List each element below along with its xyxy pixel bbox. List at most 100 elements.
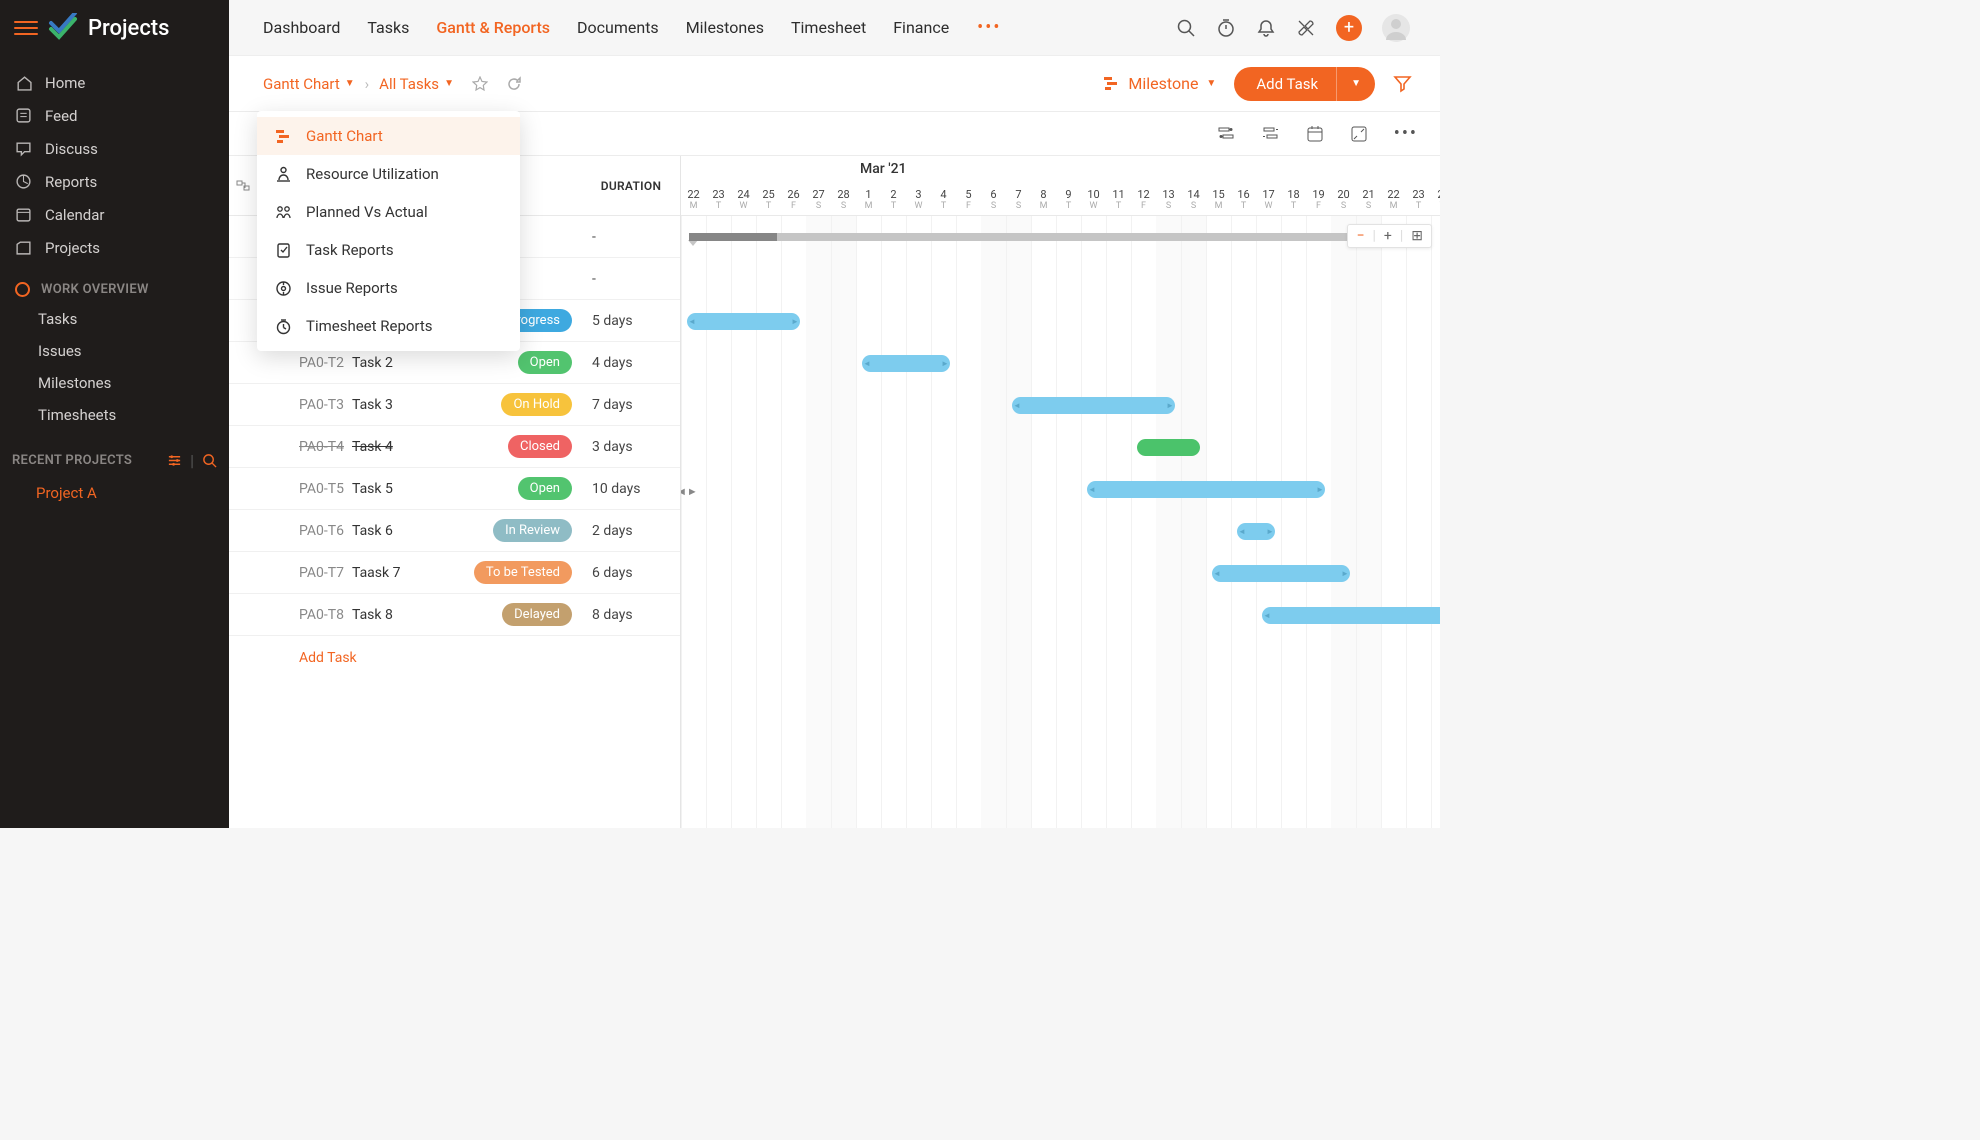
day-col: 5F — [956, 188, 981, 211]
day-col: 8M — [1031, 188, 1056, 211]
month-label: Mar '21 — [860, 161, 906, 177]
add-task-button[interactable]: Add Task▼ — [1234, 67, 1375, 101]
day-col: 6S — [981, 188, 1006, 211]
sidebar-item-home[interactable]: Home — [0, 66, 229, 99]
view-dropdown: Gantt Chart Resource Utilization Planned… — [257, 111, 520, 351]
dropdown-item-resource-utilization[interactable]: Resource Utilization — [257, 155, 520, 193]
sidebar-item-feed[interactable]: Feed — [0, 99, 229, 132]
task-row[interactable]: PA0-T5Task 5Open 10 days — [229, 468, 680, 510]
dropdown-item-planned-vs-actual[interactable]: Planned Vs Actual — [257, 193, 520, 231]
add-button[interactable]: + — [1336, 15, 1362, 41]
ring-icon — [15, 282, 30, 297]
baseline-icon[interactable] — [1262, 125, 1280, 143]
gantt-bar[interactable]: ◄► — [1087, 481, 1325, 498]
zoom-control: −| +| ⊞ — [1347, 224, 1432, 248]
day-col: 24W — [731, 188, 756, 211]
day-col: 3W — [906, 188, 931, 211]
topbar: Dashboard Tasks Gantt & Reports Documents Mi… — [229, 0, 1440, 56]
add-task-link[interactable]: Add Task — [229, 636, 680, 666]
sidebar-sub-issues[interactable]: Issues — [0, 335, 229, 367]
day-col: 11T — [1106, 188, 1131, 211]
gantt-bar[interactable]: ◄► — [1237, 523, 1275, 540]
milestone-view[interactable]: Milestone▼ — [1103, 74, 1216, 93]
more-menu[interactable]: ••• — [977, 17, 1001, 38]
more-options[interactable]: ••• — [1394, 123, 1418, 144]
sidebar-item-calendar[interactable]: Calendar — [0, 198, 229, 231]
tools-icon[interactable] — [1296, 18, 1316, 38]
report-type-icon — [275, 242, 292, 259]
task-row[interactable]: PA0-T7Taask 7To be Tested 6 days — [229, 552, 680, 594]
calendar-icon — [15, 206, 32, 223]
gantt-bar[interactable]: ◄► — [687, 313, 800, 330]
work-overview-header[interactable]: WORK OVERVIEW — [0, 264, 229, 303]
chevron-right-icon: › — [365, 75, 370, 93]
hamburger-menu[interactable] — [14, 16, 38, 40]
zoom-out[interactable]: − — [1348, 228, 1372, 244]
report-type-icon — [275, 318, 292, 335]
view-select[interactable]: Gantt Chart▼ — [263, 75, 355, 93]
day-col: 9T — [1056, 188, 1081, 211]
sidebar-item-discuss[interactable]: Discuss — [0, 132, 229, 165]
projects-icon — [15, 239, 32, 256]
day-col: 4T — [931, 188, 956, 211]
reload-icon[interactable] — [506, 76, 522, 92]
report-type-icon — [275, 166, 292, 183]
task-row[interactable]: PA0-T6Task 6In Review 2 days — [229, 510, 680, 552]
gantt-bar[interactable]: ◄► — [1262, 607, 1440, 624]
calendar-icon[interactable] — [1306, 125, 1324, 143]
day-col: 17W — [1256, 188, 1281, 211]
filter-select[interactable]: All Tasks▼ — [379, 75, 454, 93]
gantt-icon — [1103, 75, 1120, 92]
sidebar-item-reports[interactable]: Reports — [0, 165, 229, 198]
brand-name: Projects — [88, 16, 169, 41]
critical-path-icon[interactable] — [1218, 125, 1236, 143]
dropdown-item-task-reports[interactable]: Task Reports — [257, 231, 520, 269]
recent-project[interactable]: Project A — [0, 478, 229, 508]
zoom-in[interactable]: + — [1376, 228, 1400, 244]
fullscreen-icon[interactable] — [1350, 125, 1368, 143]
day-col: 26F — [781, 188, 806, 211]
sidebar-sub-timesheets[interactable]: Timesheets — [0, 399, 229, 431]
timer-icon[interactable] — [1216, 18, 1236, 38]
search-icon[interactable] — [1176, 18, 1196, 38]
sidebar-sub-tasks[interactable]: Tasks — [0, 303, 229, 335]
gantt-summary-bar[interactable] — [689, 233, 1423, 241]
day-col: 23T — [706, 188, 731, 211]
tab-timesheet[interactable]: Timesheet — [791, 18, 866, 37]
dropdown-item-issue-reports[interactable]: Issue Reports — [257, 269, 520, 307]
day-col: 27S — [806, 188, 831, 211]
avatar[interactable] — [1382, 14, 1410, 42]
search-icon[interactable] — [202, 453, 217, 468]
dropdown-item-timesheet-reports[interactable]: Timesheet Reports — [257, 307, 520, 345]
bell-icon[interactable] — [1256, 18, 1276, 38]
duration-header: DURATION — [582, 156, 680, 215]
gantt-bar[interactable]: ◄► — [862, 355, 950, 372]
gantt-bar[interactable]: ◄► — [1212, 565, 1350, 582]
sidebar-sub-milestones[interactable]: Milestones — [0, 367, 229, 399]
task-row[interactable]: PA0-T8Task 8Delayed 8 days — [229, 594, 680, 636]
tab-tasks[interactable]: Tasks — [367, 18, 409, 37]
gantt-bar[interactable] — [1137, 439, 1200, 456]
tab-finance[interactable]: Finance — [893, 18, 949, 37]
tab-documents[interactable]: Documents — [577, 18, 659, 37]
filter-icon[interactable] — [1393, 74, 1412, 93]
pane-splitter[interactable]: ◄► — [681, 485, 698, 498]
zoom-fit[interactable]: ⊞ — [1403, 228, 1431, 244]
tab-gantt-reports[interactable]: Gantt & Reports — [436, 18, 550, 37]
sidebar-item-projects[interactable]: Projects — [0, 231, 229, 264]
day-col: 12F — [1131, 188, 1156, 211]
day-col: 22M — [1381, 188, 1406, 211]
day-col: 7S — [1006, 188, 1031, 211]
dropdown-item-gantt-chart[interactable]: Gantt Chart — [257, 117, 520, 155]
task-row[interactable]: PA0-T3Task 3On Hold 7 days — [229, 384, 680, 426]
tab-dashboard[interactable]: Dashboard — [263, 18, 340, 37]
reports-icon — [15, 173, 32, 190]
gantt-bar[interactable]: ◄► — [1012, 397, 1175, 414]
tab-milestones[interactable]: Milestones — [686, 18, 764, 37]
collapse-all-icon[interactable] — [229, 156, 257, 215]
task-row[interactable]: PA0-T4Task 4Closed 3 days — [229, 426, 680, 468]
timeline[interactable]: Mar '21 22M23T24W25T26F27S28S1M2T3W4T5F6… — [681, 156, 1440, 828]
star-icon[interactable] — [472, 76, 488, 92]
discuss-icon — [15, 140, 32, 157]
sliders-icon[interactable] — [167, 453, 182, 468]
